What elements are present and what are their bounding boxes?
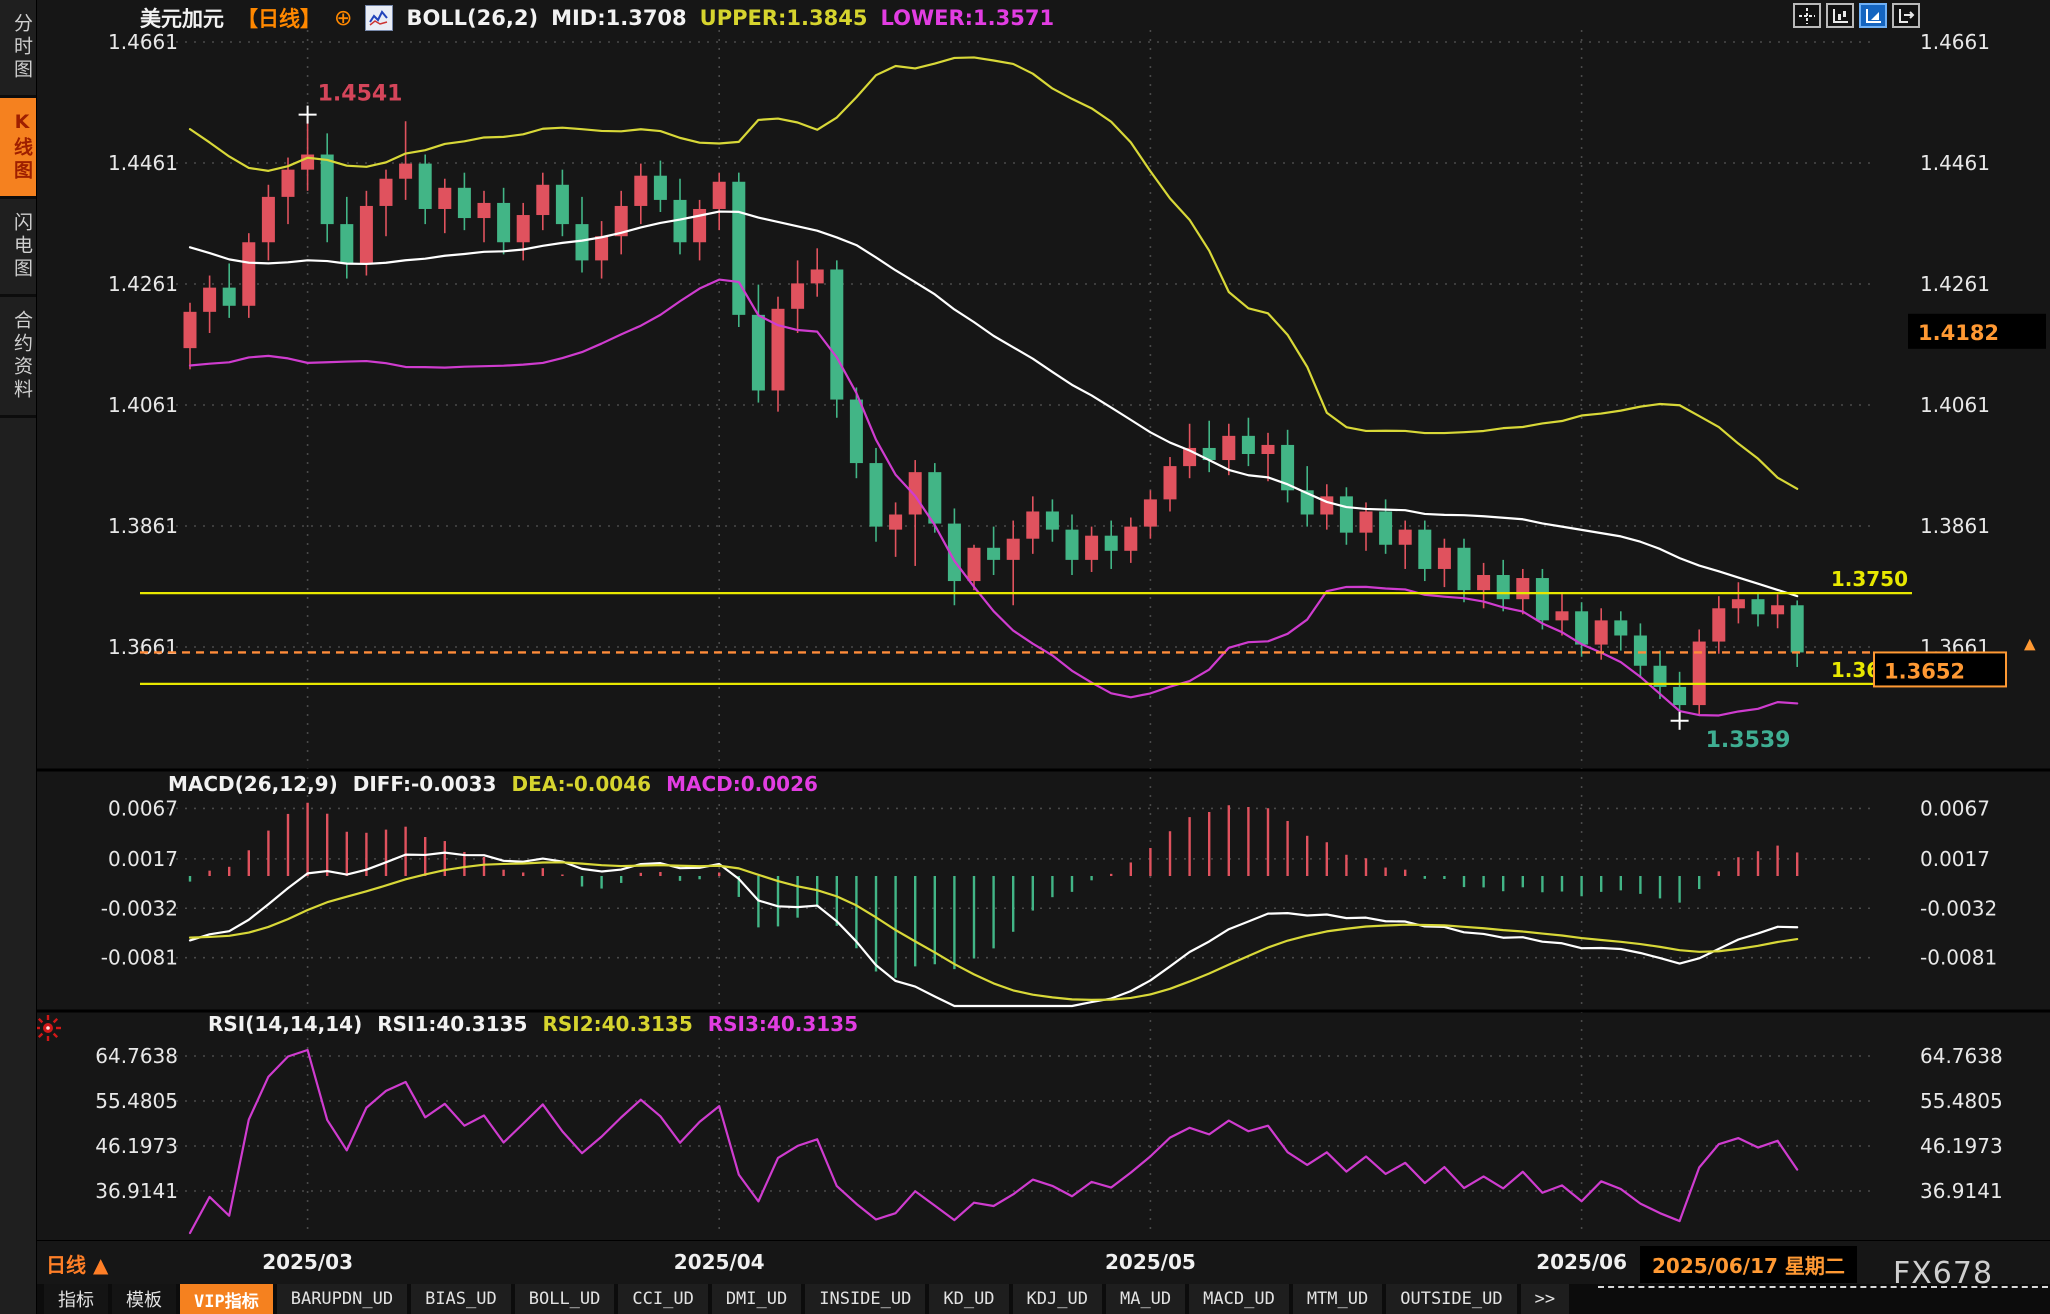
period-tag[interactable]: 【日线】 bbox=[237, 3, 321, 33]
svg-text:-0.0081: -0.0081 bbox=[101, 946, 178, 970]
rsi2-value: RSI2:40.3135 bbox=[542, 1012, 692, 1036]
svg-text:64.7638: 64.7638 bbox=[1920, 1044, 2003, 1068]
tab-cci-ud[interactable]: CCI_UD bbox=[618, 1284, 707, 1314]
svg-text:1.3861: 1.3861 bbox=[108, 514, 178, 538]
period-label: 日线 bbox=[46, 1253, 86, 1277]
svg-text:46.1973: 46.1973 bbox=[95, 1134, 178, 1158]
svg-text:46.1973: 46.1973 bbox=[1920, 1134, 2003, 1158]
chart-toolbar-icons bbox=[1793, 3, 1920, 28]
macd-title: MACD(26,12,9) bbox=[168, 772, 338, 796]
left-sidebar: 分时图 K线图 闪电图 合约资料 bbox=[0, 0, 37, 1314]
svg-text:1.3861: 1.3861 bbox=[1920, 514, 1990, 538]
svg-text:0.0017: 0.0017 bbox=[108, 847, 178, 871]
tab-indicators[interactable]: 指标 bbox=[44, 1284, 108, 1314]
sidebar-item-kline-chart[interactable]: K线图 bbox=[0, 98, 36, 199]
macd-dea-value: DEA:-0.0046 bbox=[511, 772, 651, 796]
svg-text:55.4805: 55.4805 bbox=[95, 1089, 178, 1113]
tab-barupdn-ud[interactable]: BARUPDN_UD bbox=[277, 1284, 407, 1314]
tab-outside-ud[interactable]: OUTSIDE_UD bbox=[1386, 1284, 1516, 1314]
svg-text:1.4061: 1.4061 bbox=[108, 393, 178, 417]
pan-icon[interactable] bbox=[1793, 3, 1821, 28]
sidebar-item-time-chart[interactable]: 分时图 bbox=[0, 0, 36, 98]
boll-label: BOLL(26,2) bbox=[406, 6, 538, 30]
period-selector[interactable]: 日线 ▲ bbox=[46, 1249, 108, 1278]
svg-text:1.4461: 1.4461 bbox=[1920, 151, 1990, 175]
macd-value: MACD:0.0026 bbox=[666, 772, 818, 796]
svg-text:-0.0032: -0.0032 bbox=[1920, 896, 1997, 920]
chart-canvas[interactable]: 1.4661 1.4661 1.4461 1.4461 1.4261 1.4261 1.40… bbox=[0, 0, 2050, 1314]
tab-kd-ud[interactable]: KD_UD bbox=[929, 1284, 1008, 1314]
triangle-up-icon: ▲ bbox=[93, 1253, 108, 1277]
svg-text:1.4461: 1.4461 bbox=[108, 151, 178, 175]
chart-header: 美元加元 【日线】 ⊕ BOLL(26,2) MID:1.3708 UPPER:… bbox=[140, 3, 1054, 33]
tab-boll-ud[interactable]: BOLL_UD bbox=[515, 1284, 615, 1314]
rsi3-value: RSI3:40.3135 bbox=[708, 1012, 858, 1036]
macd-diff-value: DIFF:-0.0033 bbox=[353, 772, 497, 796]
tab-ma-ud[interactable]: MA_UD bbox=[1106, 1284, 1185, 1314]
tab-macd-ud[interactable]: MACD_UD bbox=[1189, 1284, 1289, 1314]
sidebar-item-contract-info[interactable]: 合约资料 bbox=[0, 297, 36, 418]
svg-text:1.4261: 1.4261 bbox=[1920, 272, 1990, 296]
svg-text:64.7638: 64.7638 bbox=[95, 1044, 178, 1068]
tab-kdj-ud[interactable]: KDJ_UD bbox=[1013, 1284, 1102, 1314]
kline-chart-icon bbox=[365, 5, 393, 31]
symbol-title: 美元加元 bbox=[140, 3, 224, 33]
rsi1-value: RSI1:40.3135 bbox=[377, 1012, 527, 1036]
boll-upper-value: UPPER:1.3845 bbox=[700, 6, 868, 30]
boll-lower-value: LOWER:1.3571 bbox=[880, 6, 1054, 30]
more-tabs-button[interactable]: >> bbox=[1521, 1284, 1569, 1314]
tab-templates[interactable]: 模板 bbox=[112, 1284, 176, 1314]
svg-text:1.4541: 1.4541 bbox=[318, 82, 403, 107]
svg-text:-0.0081: -0.0081 bbox=[1920, 946, 1997, 970]
date-axis: 日线 ▲ 2025/03 2025/04 2025/05 2025/06 202… bbox=[36, 1240, 2050, 1285]
boll-mid-value: MID:1.3708 bbox=[551, 6, 687, 30]
svg-text:1.4661: 1.4661 bbox=[1920, 30, 1990, 54]
svg-text:1.3652: 1.3652 bbox=[1884, 659, 1965, 683]
svg-text:1.4661: 1.4661 bbox=[108, 30, 178, 54]
tab-vip-indicators[interactable]: VIP指标 bbox=[180, 1284, 273, 1314]
sidebar-item-lightning-chart[interactable]: 闪电图 bbox=[0, 199, 36, 297]
tab-mtm-ud[interactable]: MTM_UD bbox=[1293, 1284, 1382, 1314]
add-circle-icon[interactable]: ⊕ bbox=[334, 6, 352, 31]
axis-month-label: 2025/04 bbox=[664, 1250, 774, 1274]
shift-axis-icon[interactable] bbox=[1892, 3, 1920, 28]
current-date-badge: 2025/06/17 星期二 bbox=[1640, 1246, 1857, 1283]
svg-text:1.3750: 1.3750 bbox=[1831, 567, 1908, 591]
svg-text:1.4061: 1.4061 bbox=[1920, 393, 1990, 417]
svg-text:0.0017: 0.0017 bbox=[1920, 847, 1990, 871]
svg-text:-0.0032: -0.0032 bbox=[101, 896, 178, 920]
auto-scroll-icon[interactable] bbox=[1859, 3, 1887, 28]
svg-text:0.0067: 0.0067 bbox=[108, 796, 178, 820]
tab-inside-ud[interactable]: INSIDE_UD bbox=[805, 1284, 925, 1314]
svg-text:0.0067: 0.0067 bbox=[1920, 796, 1990, 820]
axis-month-label: 2025/06 bbox=[1527, 1250, 1637, 1274]
rsi-panel-header: RSI(14,14,14) RSI1:40.3135 RSI2:40.3135 … bbox=[208, 1012, 858, 1036]
svg-text:55.4805: 55.4805 bbox=[1920, 1089, 2003, 1113]
svg-text:1.4182: 1.4182 bbox=[1918, 321, 1999, 345]
axis-month-label: 2025/05 bbox=[1095, 1250, 1205, 1274]
svg-text:1.3539: 1.3539 bbox=[1706, 728, 1791, 753]
tab-dmi-ud[interactable]: DMI_UD bbox=[712, 1284, 801, 1314]
rsi-title: RSI(14,14,14) bbox=[208, 1012, 362, 1036]
svg-text:36.9141: 36.9141 bbox=[1920, 1179, 2003, 1203]
tab-bias-ud[interactable]: BIAS_UD bbox=[411, 1284, 511, 1314]
svg-text:36.9141: 36.9141 bbox=[95, 1179, 178, 1203]
app-window: 1.4661 1.4661 1.4461 1.4461 1.4261 1.4261 1.40… bbox=[0, 0, 2050, 1314]
svg-text:1.4261: 1.4261 bbox=[108, 272, 178, 296]
bottom-toolbar: 指标 模板 VIP指标 BARUPDN_UD BIAS_UD BOLL_UD C… bbox=[0, 1284, 2050, 1314]
svg-text:1.3661: 1.3661 bbox=[108, 635, 178, 659]
axis-month-label: 2025/03 bbox=[253, 1250, 363, 1274]
macd-panel-header: MACD(26,12,9) DIFF:-0.0033 DEA:-0.0046 M… bbox=[168, 772, 818, 796]
scale-axis-icon[interactable] bbox=[1826, 3, 1854, 28]
dashed-divider bbox=[1598, 1286, 2048, 1288]
svg-text:▲: ▲ bbox=[2024, 634, 2036, 652]
